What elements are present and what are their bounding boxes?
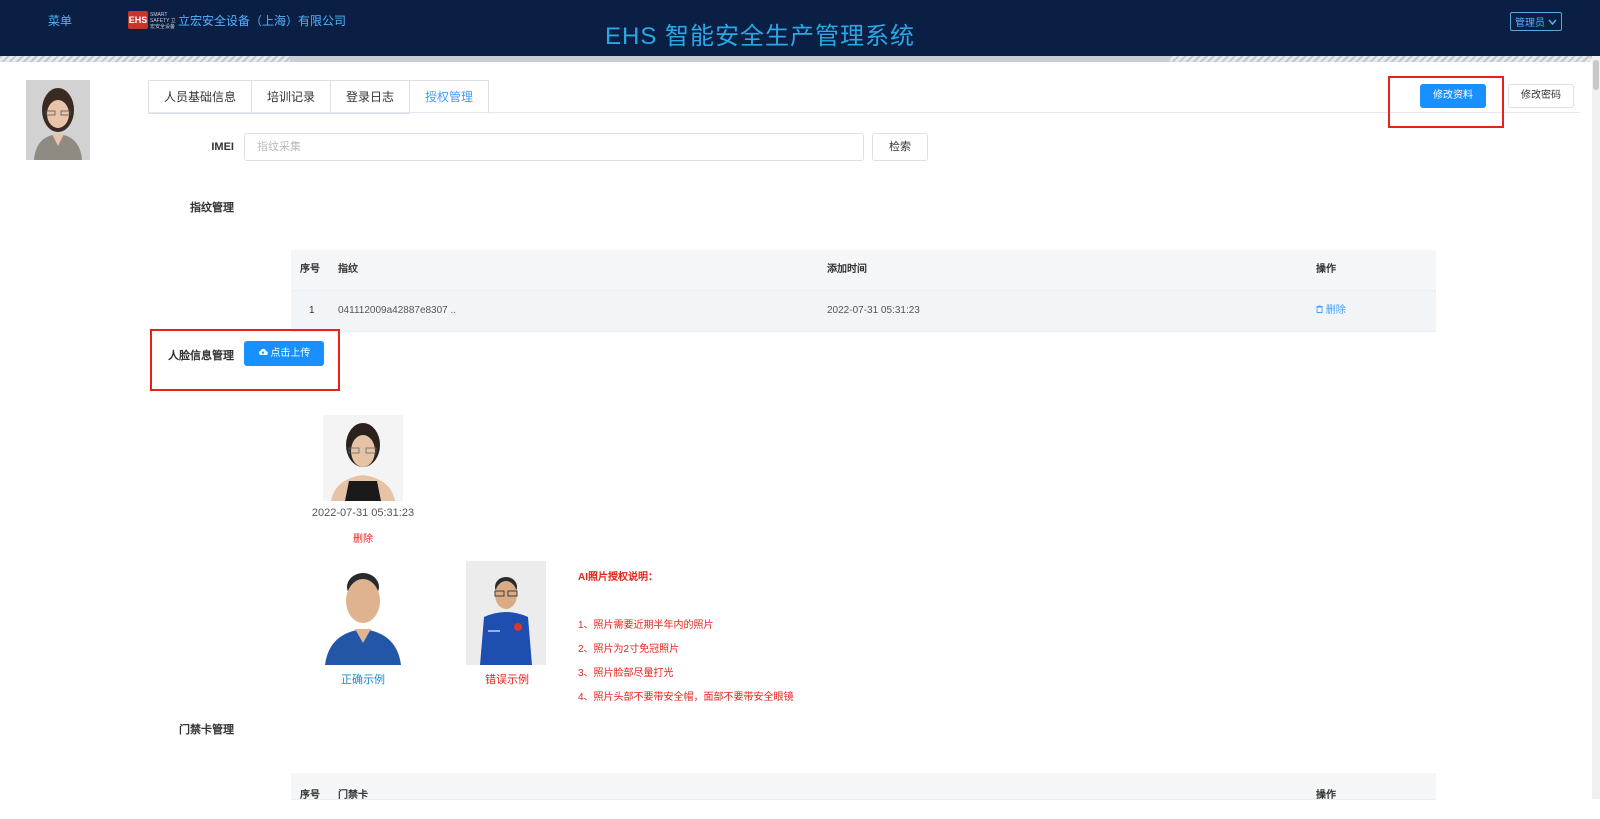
row-added: 2022-07-31 05:31:23 — [827, 305, 920, 316]
system-title: EHS 智能安全生产管理系统 — [605, 23, 916, 50]
access-card-table: 序号 门禁卡 操作 — [291, 773, 1436, 801]
ai-rule-item: 4、照片头部不要带安全帽，面部不要带安全眼镜 — [578, 692, 794, 703]
header-stripe-right — [1170, 56, 1590, 62]
company-name: 立宏安全设备（上海）有限公司 — [178, 14, 347, 28]
row-fingerprint: 041112009a42887e8307 .. — [338, 305, 457, 316]
face-photo-time: 2022-07-31 05:31:23 — [311, 507, 415, 519]
upload-label: 点击上传 — [270, 348, 311, 359]
user-avatar — [26, 80, 90, 160]
correct-example-photo — [323, 561, 403, 665]
upload-button[interactable]: 点击上传 — [244, 341, 324, 366]
vertical-scrollbar[interactable] — [1592, 56, 1600, 799]
tab-login-log[interactable]: 登录日志 — [330, 80, 410, 114]
table-header: 序号 门禁卡 操作 — [291, 773, 1436, 801]
search-button[interactable]: 检索 — [872, 133, 928, 161]
trash-icon — [1316, 305, 1326, 316]
header-stripe-left — [0, 56, 290, 62]
top-header: 菜单 EHS SMART SAFETY 立宏安全设备 立宏安全设备（上海）有限公… — [0, 0, 1600, 56]
chevron-down-icon — [1548, 18, 1557, 29]
cloud-upload-icon — [258, 348, 271, 359]
tab-basic-info[interactable]: 人员基础信息 — [148, 80, 252, 114]
change-password-button[interactable]: 修改密码 — [1508, 84, 1574, 108]
fingerprint-table: 序号 指纹 添加时间 操作 1 041112009a42887e8307 .. … — [291, 250, 1436, 332]
face-label: 人脸信息管理 — [168, 350, 234, 362]
table-header: 序号 指纹 添加时间 操作 — [291, 250, 1436, 291]
edit-profile-button[interactable]: 修改资料 — [1420, 84, 1486, 108]
menu-link[interactable]: 菜单 — [48, 12, 72, 29]
wrong-example-label: 错误示例 — [485, 674, 529, 686]
face-photo — [323, 415, 403, 501]
admin-label: 管理员 — [1515, 18, 1545, 29]
col-action: 操作 — [1316, 790, 1336, 801]
tab-underline — [148, 112, 1580, 113]
access-card-label: 门禁卡管理 — [179, 724, 234, 736]
delete-face-link[interactable]: 删除 — [340, 530, 386, 545]
scrollbar-thumb[interactable] — [1593, 60, 1599, 90]
delete-label: 删除 — [1325, 305, 1346, 316]
header-stripe-mid — [290, 56, 1170, 62]
col-action: 操作 — [1316, 264, 1336, 275]
imei-label: IMEI — [211, 141, 234, 153]
fingerprint-label: 指纹管理 — [190, 202, 234, 214]
table-row: 1 041112009a42887e8307 .. 2022-07-31 05:… — [291, 291, 1436, 332]
tab-training[interactable]: 培训记录 — [251, 80, 331, 114]
admin-dropdown[interactable]: 管理员 — [1510, 12, 1562, 31]
col-index: 序号 — [300, 264, 320, 275]
company-logo-icon: EHS — [128, 11, 148, 29]
ai-rule-item: 2、照片为2寸免冠照片 — [578, 644, 680, 655]
ai-rule-item: 1、照片需要近期半年内的照片 — [578, 620, 714, 631]
wrong-example-photo — [466, 561, 546, 665]
col-access-card: 门禁卡 — [338, 790, 368, 801]
ai-rules-title: AI照片授权说明： — [578, 572, 658, 583]
col-index: 序号 — [300, 790, 320, 801]
col-added: 添加时间 — [827, 264, 867, 275]
logo-subtext: SMART SAFETY 立宏安全设备 — [150, 12, 176, 30]
delete-fingerprint-link[interactable]: 删除 — [1316, 291, 1346, 331]
row-index: 1 — [309, 305, 315, 316]
correct-example-label: 正确示例 — [341, 674, 385, 686]
ai-rule-item: 3、照片脸部尽量打光 — [578, 668, 674, 679]
imei-input[interactable]: 指纹采集 — [244, 133, 864, 161]
tab-authorization[interactable]: 授权管理 — [409, 80, 490, 114]
profile-tabs: 人员基础信息 培训记录 登录日志 授权管理 — [148, 80, 490, 114]
col-fingerprint: 指纹 — [338, 264, 358, 275]
